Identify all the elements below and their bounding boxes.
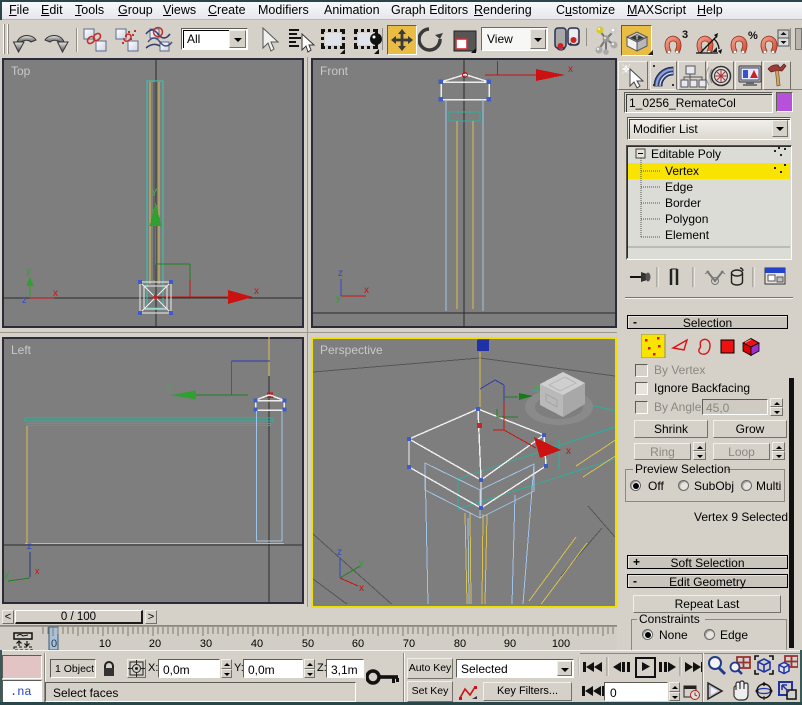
svg-text:z: z [338,268,343,279]
svg-text:y: y [336,293,341,303]
svg-text:x: x [568,64,573,75]
svg-text:10: 10 [99,638,111,650]
svg-text:50: 50 [302,638,314,650]
svg-text:Element: Element [665,228,710,242]
svg-text:90: 90 [504,638,516,650]
svg-text:x: x [359,583,364,594]
svg-text:y: y [165,382,172,393]
svg-text:z: z [337,547,342,558]
svg-text:z: z [22,295,27,305]
svg-text:z: z [27,541,32,552]
svg-text:3: 3 [682,29,688,41]
svg-text:70: 70 [403,638,415,650]
svg-text:Polygon: Polygon [665,212,708,226]
svg-text:30: 30 [200,638,212,650]
svg-text:y: y [26,266,31,277]
svg-text:y: y [152,186,157,197]
svg-text:y: y [359,558,364,569]
svg-text:0: 0 [51,638,57,650]
svg-text:y: y [535,382,540,393]
svg-text:y: y [4,569,9,580]
svg-text:x: x [566,446,571,457]
svg-text:Vertex: Vertex [665,164,699,178]
svg-text:%: % [748,30,758,42]
svg-text:Border: Border [665,196,701,210]
svg-text:80: 80 [454,638,466,650]
svg-text:Edge: Edge [665,180,693,194]
svg-text:40: 40 [251,638,263,650]
svg-text:20: 20 [149,638,161,650]
svg-text:x: x [35,566,40,576]
svg-text:100: 100 [552,638,570,650]
svg-text:x: x [364,285,369,296]
svg-text:x: x [53,288,58,299]
svg-text:Editable Poly: Editable Poly [651,147,721,161]
svg-text:x: x [254,286,259,297]
svg-text:60: 60 [352,638,364,650]
